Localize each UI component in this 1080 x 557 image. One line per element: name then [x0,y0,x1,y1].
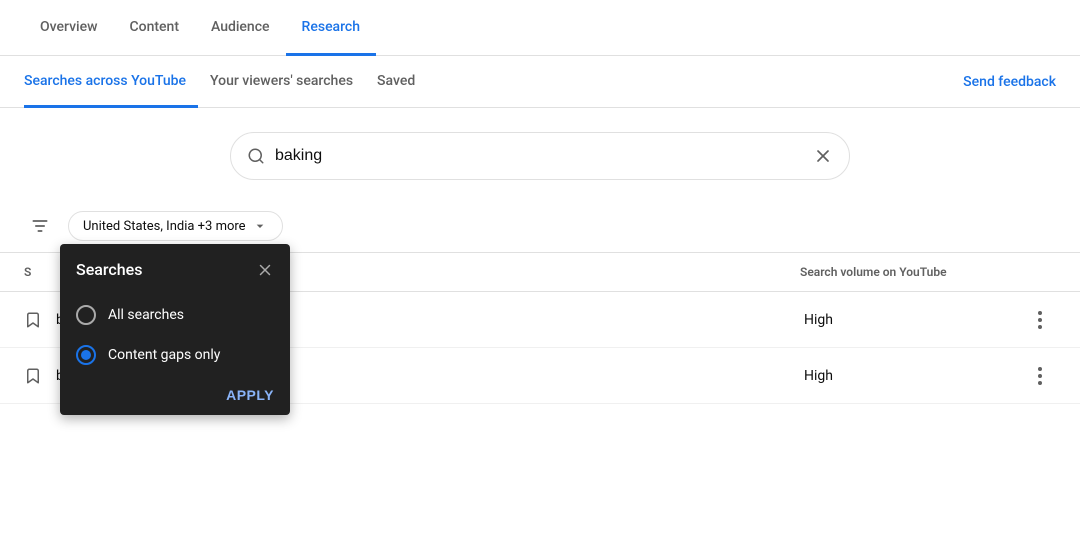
nav-content[interactable]: Content [113,0,195,56]
search-container [0,108,1080,200]
filter-icon-button[interactable] [24,210,56,242]
row1-more-icon[interactable] [1024,304,1056,336]
radio-gaps-inner [81,350,91,360]
radio-gaps-label: Content gaps only [108,347,220,363]
radio-all-outer [76,305,96,325]
popup-apply-row: APPLY [76,375,274,415]
row1-volume: High [804,312,1024,328]
top-nav: Overview Content Audience Research [0,0,1080,56]
subnav-searches-across[interactable]: Searches across YouTube [24,56,198,108]
search-icon [247,147,265,165]
bookmark-icon-row2[interactable] [24,367,42,385]
search-box [230,132,850,180]
subnav-viewer-searches[interactable]: Your viewers' searches [198,56,365,108]
radio-content-gaps[interactable]: Content gaps only [76,335,274,375]
radio-all-searches[interactable]: All searches [76,295,274,335]
row2-volume: High [804,368,1024,384]
nav-research[interactable]: Research [286,0,376,56]
radio-all-label: All searches [108,307,184,323]
sub-nav: Searches across YouTube Your viewers' se… [0,56,1080,108]
dots-icon [1030,310,1050,330]
radio-gaps-outer [76,345,96,365]
row2-more-icon[interactable] [1024,360,1056,392]
popup-close-icon[interactable] [256,261,274,279]
nav-audience[interactable]: Audience [195,0,286,56]
send-feedback-link[interactable]: Send feedback [963,74,1056,90]
column-header-volume: Search volume on YouTube [800,265,1020,279]
country-filter-button[interactable]: United States, India +3 more [68,211,283,241]
searches-popup: Searches All searches Content gaps only … [60,244,290,415]
search-clear-icon[interactable] [813,146,833,166]
popup-title: Searches [76,260,142,279]
country-filter-label: United States, India +3 more [83,219,246,234]
apply-button[interactable]: APPLY [226,387,274,403]
popup-header: Searches [76,260,274,279]
filter-row: United States, India +3 more Searches Al… [0,200,1080,253]
dots-icon [1030,366,1050,386]
nav-overview[interactable]: Overview [24,0,113,56]
subnav-saved[interactable]: Saved [365,56,427,108]
search-input[interactable] [275,147,813,165]
bookmark-icon-row1[interactable] [24,311,42,329]
